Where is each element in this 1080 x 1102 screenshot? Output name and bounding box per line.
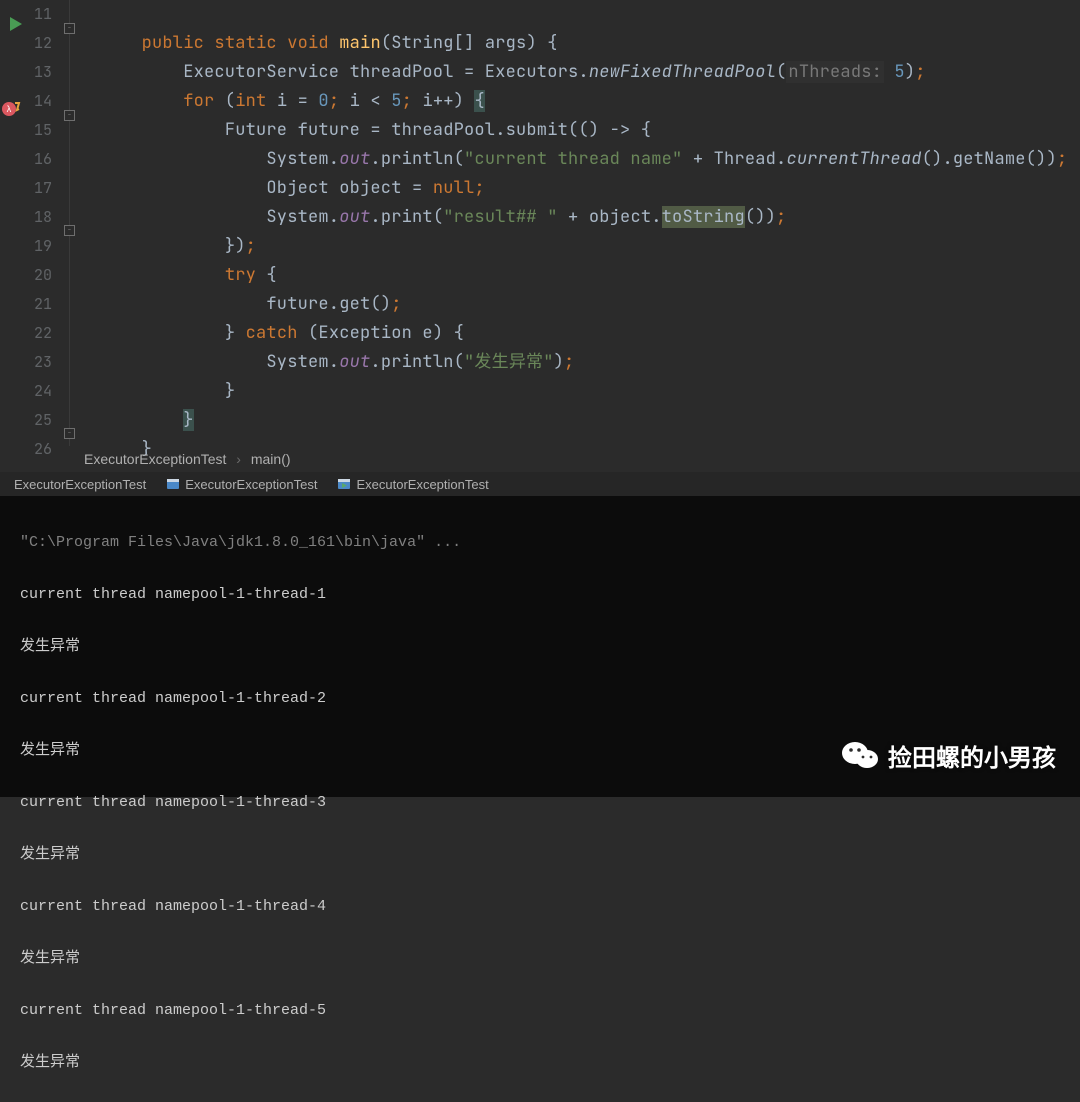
code-line: }: [100, 377, 1080, 406]
line-gutter: 11 12 13 14 15 16 17 18 19 20 21 22 23 2…: [0, 0, 60, 446]
fold-toggle-icon[interactable]: −: [64, 225, 75, 236]
console-line: 发生异常: [20, 634, 1080, 660]
console-line: current thread namepool-1-thread-5: [20, 998, 1080, 1024]
console-line: "C:\Program Files\Java\jdk1.8.0_161\bin\…: [20, 530, 1080, 556]
line-number: 24: [0, 377, 52, 406]
code-line: Object object = null;: [100, 174, 1080, 203]
code-line: }: [100, 406, 1080, 435]
tab-label: ExecutorExceptionTest: [14, 477, 146, 492]
application-run-icon: [337, 477, 351, 491]
line-number: 17: [0, 174, 52, 203]
tab-run-1[interactable]: ExecutorExceptionTest: [4, 474, 156, 495]
line-number: 19: [0, 232, 52, 261]
line-number: 22: [0, 319, 52, 348]
fold-column: − − − −: [60, 0, 80, 446]
line-number: 25: [0, 406, 52, 435]
watermark: 捡田螺的小男孩: [840, 735, 1056, 775]
console-line: current thread namepool-1-thread-2: [20, 686, 1080, 712]
tab-label: ExecutorExceptionTest: [356, 477, 488, 492]
tab-run-3[interactable]: ExecutorExceptionTest: [327, 474, 498, 495]
code-line: future.get();: [100, 290, 1080, 319]
tab-run-2[interactable]: ExecutorExceptionTest: [156, 474, 327, 495]
run-tabs: ExecutorExceptionTest ExecutorExceptionT…: [0, 472, 1080, 496]
line-number: 26: [0, 435, 52, 464]
line-number: 12: [0, 29, 52, 58]
code-line: try {: [100, 261, 1080, 290]
chevron-right-icon: ›: [236, 451, 241, 467]
line-number: 11: [0, 0, 52, 29]
code-line: });: [100, 232, 1080, 261]
code-line: } catch (Exception e) {: [100, 319, 1080, 348]
code-line: System.out.print("result## " + object.to…: [100, 203, 1080, 232]
application-icon: [166, 477, 180, 491]
lambda-breakpoint-icon[interactable]: λ: [2, 100, 22, 123]
code-line: System.out.println("发生异常");: [100, 348, 1080, 377]
line-number: 16: [0, 145, 52, 174]
svg-text:λ: λ: [6, 105, 11, 115]
line-number: 23: [0, 348, 52, 377]
code-line: ExecutorService threadPool = Executors.n…: [100, 58, 1080, 87]
fold-toggle-icon[interactable]: −: [64, 23, 75, 34]
fold-toggle-icon[interactable]: −: [64, 110, 75, 121]
line-number: 21: [0, 290, 52, 319]
watermark-text: 捡田螺的小男孩: [888, 738, 1056, 773]
console-line: 发生异常: [20, 842, 1080, 868]
line-number: 18: [0, 203, 52, 232]
code-line: for (int i = 0; i < 5; i++) {: [100, 87, 1080, 116]
console-line: current thread namepool-1-thread-3: [20, 790, 1080, 816]
code-line: Future future = threadPool.submit(() -> …: [100, 116, 1080, 145]
breadcrumb-class[interactable]: ExecutorExceptionTest: [84, 451, 226, 467]
line-number: 20: [0, 261, 52, 290]
console-line: 发生异常: [20, 1050, 1080, 1076]
console-line: current thread namepool-1-thread-1: [20, 582, 1080, 608]
code-line: public static void main(String[] args) {: [100, 29, 1080, 58]
line-number: 13: [0, 58, 52, 87]
console-line: 发生异常: [20, 946, 1080, 972]
code-line: [100, 0, 1080, 29]
wechat-icon: [840, 735, 880, 775]
run-gutter-icon[interactable]: [10, 15, 22, 36]
code-line: System.out.println("current thread name"…: [100, 145, 1080, 174]
code-editor[interactable]: 11 12 13 14 15 16 17 18 19 20 21 22 23 2…: [0, 0, 1080, 446]
code-area[interactable]: public static void main(String[] args) {…: [80, 0, 1080, 446]
fold-toggle-icon[interactable]: −: [64, 428, 75, 439]
breadcrumb-method[interactable]: main(): [251, 451, 291, 467]
console-line: current thread namepool-1-thread-4: [20, 894, 1080, 920]
tab-label: ExecutorExceptionTest: [185, 477, 317, 492]
